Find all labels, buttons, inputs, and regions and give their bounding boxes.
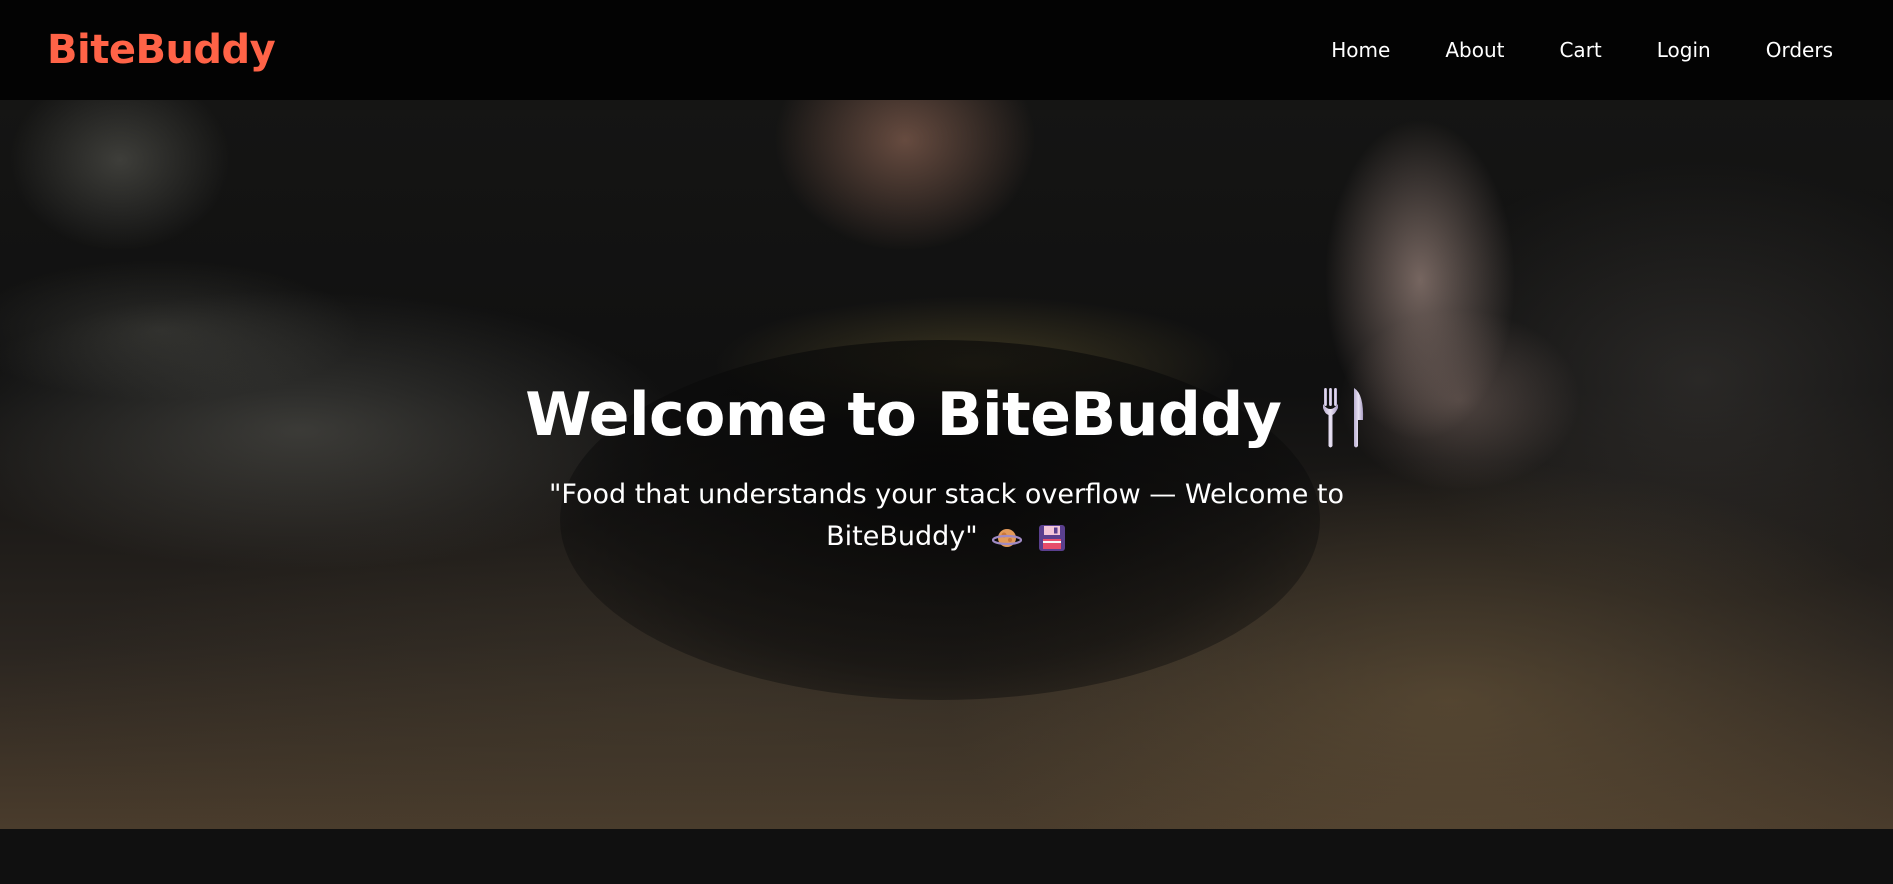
- page-bottom-section: [0, 829, 1893, 884]
- nav-link-orders[interactable]: Orders: [1766, 38, 1833, 62]
- nav-link-about[interactable]: About: [1445, 38, 1504, 62]
- nav-link-cart[interactable]: Cart: [1559, 38, 1601, 62]
- nav-links: Home About Cart Login Orders: [1276, 38, 1833, 62]
- hero-tagline-text: "Food that understands your stack overfl…: [548, 479, 1345, 552]
- navbar: BiteBuddy Home About Cart Login Orders: [0, 0, 1893, 100]
- hero-tagline: "Food that understands your stack overfl…: [520, 474, 1373, 558]
- floppy-disk-icon: [1038, 524, 1065, 551]
- brand-logo[interactable]: BiteBuddy: [47, 27, 276, 73]
- hero-title-text: Welcome to BiteBuddy: [525, 380, 1282, 450]
- hero-section: Welcome to BiteBuddy "Food that understa…: [0, 100, 1893, 829]
- ringed-planet-icon: [992, 528, 1023, 547]
- nav-link-home[interactable]: Home: [1331, 38, 1390, 62]
- hero-title: Welcome to BiteBuddy: [0, 380, 1893, 450]
- fork-and-knife-icon: [1322, 388, 1363, 448]
- nav-link-login[interactable]: Login: [1657, 38, 1711, 62]
